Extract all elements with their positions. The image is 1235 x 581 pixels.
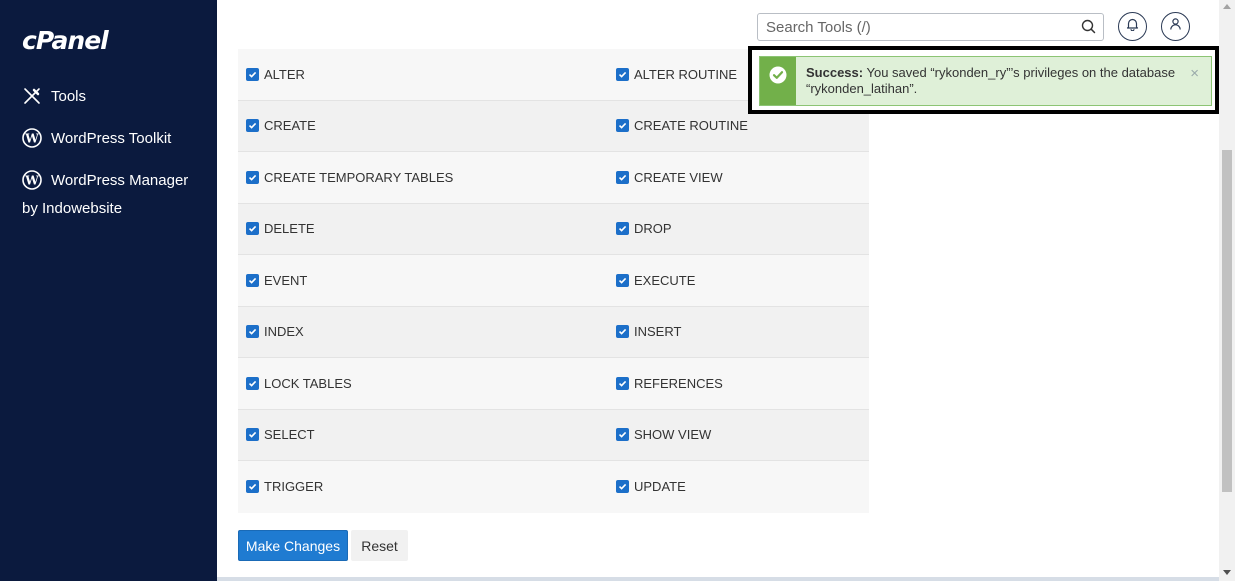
- privilege-label: REFERENCES: [634, 375, 723, 391]
- checkbox-checked-icon[interactable]: [616, 273, 629, 287]
- wordpress-icon: W: [22, 128, 42, 148]
- privilege-checkbox-index[interactable]: INDEX: [238, 324, 616, 339]
- table-row: TRIGGER UPDATE: [238, 461, 869, 513]
- privilege-label: INSERT: [634, 324, 682, 340]
- sidebar: cPanel Tools W WordPress Toolkit W WordP…: [0, 0, 217, 581]
- svg-text:W: W: [24, 132, 39, 146]
- privilege-label: UPDATE: [634, 479, 686, 495]
- reset-button[interactable]: Reset: [351, 530, 408, 561]
- privilege-label: SELECT: [264, 427, 315, 443]
- privilege-checkbox-select[interactable]: SELECT: [238, 427, 616, 442]
- privilege-label: TRIGGER: [264, 479, 324, 495]
- checkbox-checked-icon[interactable]: [616, 428, 629, 442]
- bell-icon: [1126, 17, 1139, 36]
- sidebar-item-label: WordPress Manager: [51, 171, 189, 189]
- privilege-label: CREATE: [264, 118, 316, 134]
- success-alert: Success: You saved “rykonden_ry”’s privi…: [759, 56, 1212, 106]
- checkbox-checked-icon[interactable]: [246, 428, 259, 442]
- privileges-table: ALTER ALTER ROUTINE CREATE CREATE ROUTIN…: [238, 49, 869, 513]
- privilege-checkbox-update[interactable]: UPDATE: [616, 479, 686, 494]
- privilege-checkbox-create-routine[interactable]: CREATE ROUTINE: [616, 118, 748, 133]
- tools-icon: [22, 86, 42, 106]
- privilege-checkbox-trigger[interactable]: TRIGGER: [238, 479, 616, 494]
- checkbox-checked-icon[interactable]: [246, 222, 259, 236]
- table-row: INDEX INSERT: [238, 306, 869, 358]
- alert-message: Success: You saved “rykonden_ry”’s privi…: [796, 57, 1181, 105]
- privilege-checkbox-execute[interactable]: EXECUTE: [616, 273, 695, 288]
- checkbox-checked-icon[interactable]: [246, 325, 259, 339]
- sidebar-item-tools[interactable]: Tools: [22, 86, 86, 106]
- make-changes-button[interactable]: Make Changes: [238, 530, 348, 561]
- privilege-checkbox-create-view[interactable]: CREATE VIEW: [616, 170, 723, 185]
- privilege-checkbox-show-view[interactable]: SHOW VIEW: [616, 427, 711, 442]
- sidebar-item-wordpress-toolkit[interactable]: W WordPress Toolkit: [22, 128, 171, 148]
- sidebar-item-sublabel[interactable]: by Indowebsite: [22, 200, 122, 217]
- table-row: EVENT EXECUTE: [238, 255, 869, 307]
- check-circle-icon: [769, 66, 787, 89]
- privilege-checkbox-drop[interactable]: DROP: [616, 221, 672, 236]
- main-content: ALTER ALTER ROUTINE CREATE CREATE ROUTIN…: [217, 49, 1219, 578]
- wordpress-icon: W: [22, 170, 42, 190]
- checkbox-checked-icon[interactable]: [246, 480, 259, 494]
- success-bar: [760, 57, 796, 105]
- checkbox-checked-icon[interactable]: [616, 170, 629, 184]
- privilege-label: CREATE VIEW: [634, 169, 723, 185]
- privilege-label: EXECUTE: [634, 272, 696, 288]
- table-row: CREATE TEMPORARY TABLES CREATE VIEW: [238, 152, 869, 204]
- checkbox-checked-icon[interactable]: [616, 222, 629, 236]
- search-icon[interactable]: [1081, 19, 1096, 39]
- search-box: [757, 13, 1104, 41]
- checkbox-checked-icon[interactable]: [616, 325, 629, 339]
- svg-text:W: W: [24, 174, 39, 188]
- privilege-checkbox-insert[interactable]: INSERT: [616, 324, 681, 339]
- privilege-checkbox-lock-tables[interactable]: LOCK TABLES: [238, 376, 616, 391]
- checkbox-checked-icon[interactable]: [616, 119, 629, 133]
- privilege-checkbox-create[interactable]: CREATE: [238, 118, 616, 133]
- checkbox-checked-icon[interactable]: [246, 273, 259, 287]
- privilege-label: INDEX: [264, 324, 304, 340]
- close-icon[interactable]: ×: [1190, 65, 1199, 82]
- checkbox-checked-icon[interactable]: [246, 119, 259, 133]
- checkbox-checked-icon[interactable]: [616, 67, 629, 81]
- checkbox-checked-icon[interactable]: [616, 480, 629, 494]
- user-icon: [1169, 17, 1182, 36]
- user-menu-button[interactable]: [1161, 12, 1190, 41]
- privilege-label: EVENT: [264, 272, 308, 288]
- sidebar-item-wordpress-manager[interactable]: W WordPress Manager: [22, 170, 188, 190]
- scrollbar-thumb[interactable]: [1222, 150, 1232, 492]
- notifications-button[interactable]: [1118, 12, 1147, 41]
- sidebar-item-label: Tools: [51, 87, 87, 105]
- bottom-divider: [217, 577, 1219, 581]
- privilege-label: SHOW VIEW: [634, 427, 712, 443]
- privilege-checkbox-event[interactable]: EVENT: [238, 273, 616, 288]
- scroll-down-icon[interactable]: [1223, 570, 1231, 575]
- privilege-label: LOCK TABLES: [264, 375, 352, 391]
- cpanel-logo[interactable]: cPanel: [22, 26, 109, 55]
- table-row: LOCK TABLES REFERENCES: [238, 358, 869, 410]
- privilege-checkbox-alter-routine[interactable]: ALTER ROUTINE: [616, 67, 737, 82]
- checkbox-checked-icon[interactable]: [246, 67, 259, 81]
- checkbox-checked-icon[interactable]: [616, 376, 629, 390]
- privilege-checkbox-delete[interactable]: DELETE: [238, 221, 616, 236]
- checkbox-checked-icon[interactable]: [246, 170, 259, 184]
- table-row: SELECT SHOW VIEW: [238, 409, 869, 461]
- alert-title: Success:: [806, 65, 864, 80]
- privilege-label: ALTER: [264, 66, 305, 82]
- table-row: DELETE DROP: [238, 203, 869, 255]
- checkbox-checked-icon[interactable]: [246, 376, 259, 390]
- scroll-up-icon[interactable]: [1223, 4, 1231, 9]
- page-scrollbar[interactable]: [1219, 0, 1235, 581]
- alert-highlight-frame: Success: You saved “rykonden_ry”’s privi…: [748, 46, 1219, 114]
- privilege-label: DELETE: [264, 221, 315, 237]
- privilege-label: ALTER ROUTINE: [634, 66, 738, 82]
- search-input[interactable]: [758, 14, 1058, 40]
- privilege-label: CREATE ROUTINE: [634, 118, 748, 134]
- privilege-checkbox-references[interactable]: REFERENCES: [616, 376, 723, 391]
- privilege-checkbox-alter[interactable]: ALTER: [238, 67, 616, 82]
- privilege-label: DROP: [634, 221, 672, 237]
- sidebar-item-label: WordPress Toolkit: [51, 129, 172, 147]
- privilege-label: CREATE TEMPORARY TABLES: [264, 169, 454, 185]
- privilege-checkbox-create-temporary-tables[interactable]: CREATE TEMPORARY TABLES: [238, 170, 616, 185]
